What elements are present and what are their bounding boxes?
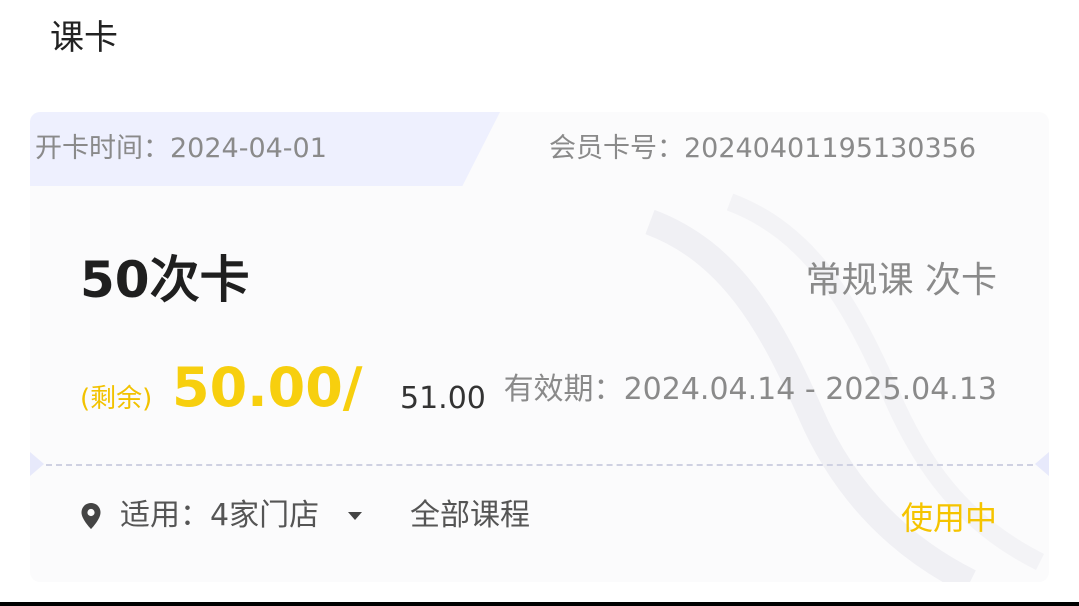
open-date-label: 开卡时间： bbox=[35, 133, 170, 164]
courses-scope: 全部课程 bbox=[410, 498, 530, 533]
caret-down-icon[interactable] bbox=[348, 512, 362, 520]
course-type: 常规课 次卡 bbox=[805, 260, 997, 301]
card-footer: 适用：4家门店 全部课程 使用中 bbox=[80, 492, 997, 540]
member-card-number: 会员卡号：20240401195130356 bbox=[549, 130, 976, 168]
card-notch-right bbox=[1035, 452, 1049, 476]
course-card[interactable]: 开卡时间：2024-04-01 会员卡号：20240401195130356 5… bbox=[30, 112, 1049, 582]
card-number-value: 20240401195130356 bbox=[683, 133, 976, 164]
validity-period: 有效期：2024.04.14 - 2025.04.13 bbox=[504, 370, 997, 410]
card-notch-left bbox=[30, 452, 44, 476]
store-selector[interactable]: 适用：4家门店 bbox=[120, 497, 319, 535]
card-name: 50次卡 bbox=[80, 251, 250, 309]
open-date: 开卡时间：2024-04-01 bbox=[35, 130, 327, 168]
applicable-label: 适用： bbox=[120, 498, 210, 533]
page-title: 课卡 bbox=[50, 18, 118, 58]
remaining-value: 50.00/ bbox=[172, 356, 363, 419]
applicable-stores: 4家门店 bbox=[210, 498, 320, 533]
validity-range: 2024.04.14 - 2025.04.13 bbox=[623, 372, 997, 407]
bottom-border bbox=[0, 602, 1079, 606]
location-pin-icon bbox=[81, 503, 101, 529]
total-value: 51.00 bbox=[400, 381, 486, 416]
open-date-value: 2024-04-01 bbox=[170, 133, 327, 164]
card-number-label: 会员卡号： bbox=[548, 133, 684, 164]
validity-label: 有效期： bbox=[503, 372, 624, 407]
remaining-label: (剩余) bbox=[80, 384, 153, 414]
status-badge: 使用中 bbox=[900, 499, 997, 537]
dashed-divider bbox=[46, 464, 1033, 466]
